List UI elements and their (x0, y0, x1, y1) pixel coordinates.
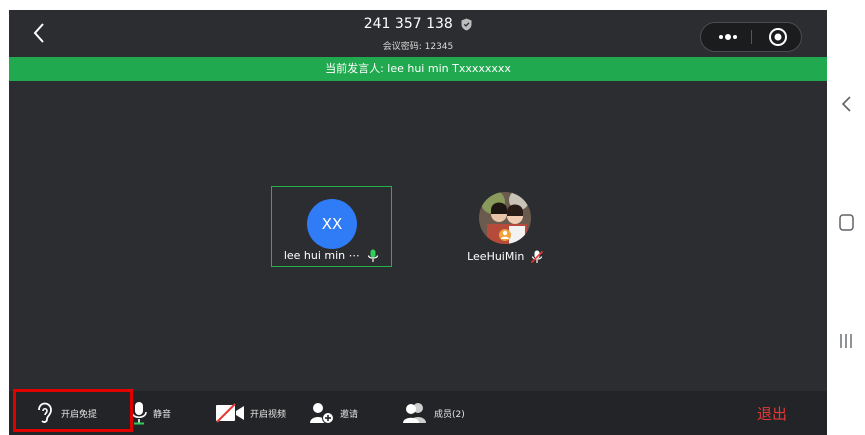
meeting-id-text: 241 357 138 (363, 16, 453, 32)
exit-button[interactable]: 退出 (757, 403, 787, 424)
handsfree-label: 开启免提 (61, 409, 98, 420)
mic-muted-icon (530, 250, 543, 264)
add-person-icon (310, 403, 334, 424)
video-off-icon (216, 403, 244, 423)
more-dots-icon (719, 34, 737, 40)
participant-name-row: lee hui min ⋯ (272, 249, 391, 263)
avatar: XX (307, 199, 357, 249)
capsule-menu (700, 22, 802, 52)
participant-name: LeeHuiMin (467, 250, 525, 263)
record-target-icon (769, 28, 787, 46)
nav-recents-icon[interactable] (827, 326, 865, 356)
members-button[interactable]: 成员(2) (401, 391, 465, 435)
capsule-divider (751, 30, 752, 44)
participant-tile[interactable]: LeeHuiMin (460, 188, 550, 268)
system-nav-bar (827, 0, 865, 435)
title-bar: 241 357 138 会议密码: 12345 (9, 10, 827, 57)
mute-label: 静音 (153, 409, 172, 420)
shield-icon (461, 18, 472, 30)
nav-home-icon[interactable] (827, 207, 865, 237)
invite-button[interactable]: 邀请 (309, 391, 358, 435)
video-label: 开启视频 (250, 409, 287, 420)
video-button[interactable]: 开启视频 (215, 391, 286, 435)
nav-back-icon[interactable] (827, 89, 865, 119)
participant-tile[interactable]: XX lee hui min ⋯ (271, 186, 392, 267)
ear-icon (38, 402, 52, 423)
participant-name: lee hui min ⋯ (283, 249, 360, 262)
mic-icon (131, 402, 147, 425)
bottom-toolbar: 开启免提 静音 开启视频 邀请 成员(2) 退出 (9, 391, 827, 435)
video-stage: XX lee hui min ⋯ LeeHuiMin (9, 81, 827, 391)
meeting-app: 241 357 138 会议密码: 12345 当前发言人: lee hui m… (9, 10, 827, 435)
avatar-photo (479, 192, 531, 244)
record-button[interactable] (761, 23, 795, 51)
more-button[interactable] (709, 23, 747, 51)
invite-label: 邀请 (340, 409, 359, 420)
mute-button[interactable]: 静音 (130, 391, 171, 435)
participant-name-row: LeeHuiMin (460, 250, 550, 264)
avatar (479, 192, 531, 244)
current-speaker-bar: 当前发言人: lee hui min Txxxxxxxx (9, 57, 827, 81)
members-label: 成员(2) (434, 409, 465, 420)
members-icon (403, 403, 426, 423)
mic-icon (368, 249, 379, 262)
handsfree-button[interactable]: 开启免提 (36, 391, 97, 435)
